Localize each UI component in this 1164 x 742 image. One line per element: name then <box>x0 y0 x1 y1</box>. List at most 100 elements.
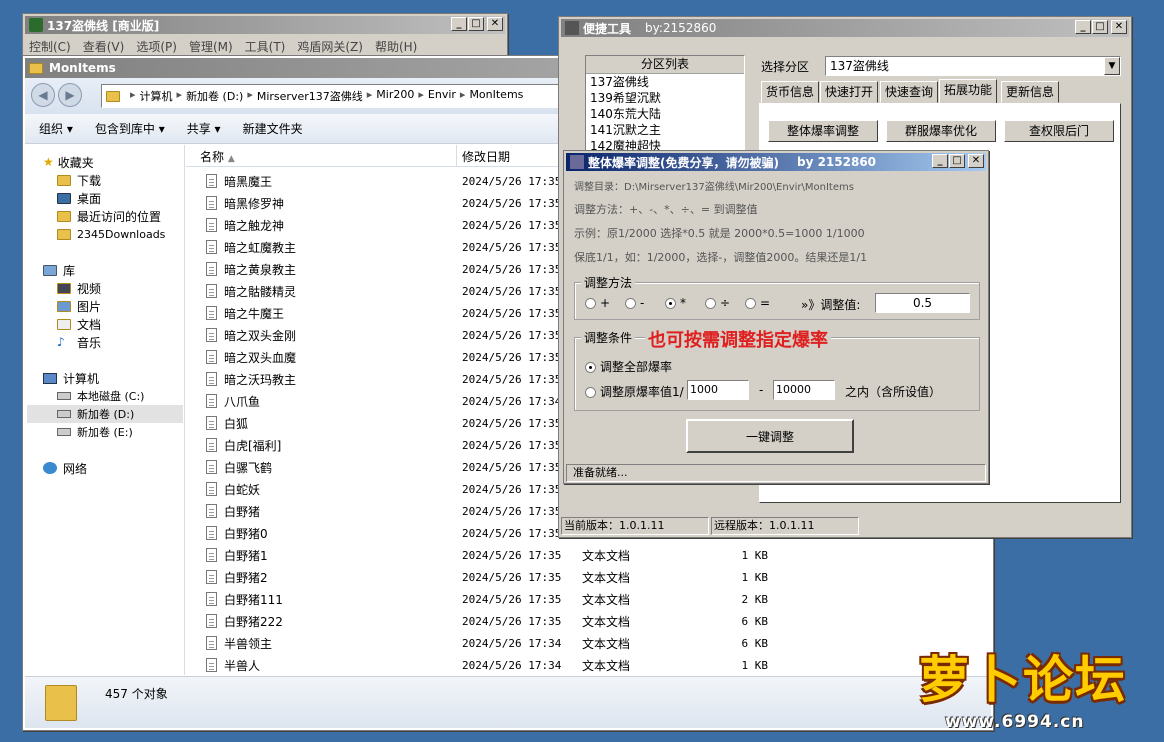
tab-currency[interactable]: 货币信息 <box>761 81 820 103</box>
text-file-icon <box>206 614 217 628</box>
watermark-brand: 萝卜论坛 <box>919 651 1127 709</box>
partition-item[interactable]: 139希望沉默 <box>590 90 744 106</box>
nav-lib-music[interactable]: ♪ 音乐 <box>57 333 101 351</box>
operator-label: ÷ <box>720 296 731 310</box>
include-library-button[interactable]: 包含到库中 ▾ <box>95 120 165 137</box>
nav-drive-c[interactable]: 本地磁盘 (C:) <box>57 387 144 405</box>
menu-item[interactable]: 管理(M) <box>189 38 233 55</box>
cond-all-option[interactable]: 调整全部爆率 <box>585 358 672 375</box>
chevron-down-icon[interactable]: ▼ <box>1104 57 1120 75</box>
breadcrumb-separator-icon[interactable]: ▸ <box>177 88 183 104</box>
menu-item[interactable]: 查看(V) <box>83 38 125 55</box>
maximize-icon[interactable]: □ <box>468 17 484 31</box>
partition-item[interactable]: 140东荒大陆 <box>590 106 744 122</box>
menu-item[interactable]: 控制(C) <box>29 38 71 55</box>
file-row[interactable]: 白野猪2 2024/5/26 17:35 文本文档 1 KB <box>186 566 991 588</box>
column-date-header[interactable]: 修改日期 <box>462 148 510 165</box>
minimize-icon[interactable]: _ <box>451 17 467 31</box>
operator-option[interactable]: - <box>625 296 665 310</box>
file-type: 文本文档 <box>582 636 631 651</box>
star-icon: ★ <box>43 155 54 169</box>
file-row[interactable]: 白野猪1 2024/5/26 17:35 文本文档 1 KB <box>186 544 991 566</box>
partition-select[interactable]: 137盗佛线 ▼ <box>825 56 1121 76</box>
nav-drive-d[interactable]: 新加卷 (D:) <box>27 405 183 423</box>
nav-fav-downloads[interactable]: 下载 <box>57 171 101 189</box>
breadcrumb-separator-icon[interactable]: ▸ <box>130 88 136 104</box>
computer-icon <box>43 372 57 384</box>
file-row[interactable]: 白野猪222 2024/5/26 17:35 文本文档 6 KB <box>186 610 991 632</box>
nav-computer[interactable]: 计算机 <box>43 369 99 387</box>
adjust-value-input[interactable]: 0.5 <box>875 293 970 313</box>
dialog-titlebar[interactable]: 整体爆率调整(免费分享，请勿被骗) by 2152860 _ □ ✕ <box>566 153 986 171</box>
nav-fav-2345[interactable]: 2345Downloads <box>57 225 165 243</box>
menu-item[interactable]: 工具(T) <box>245 38 286 55</box>
close-icon[interactable]: ✕ <box>1111 20 1127 34</box>
tab-updates[interactable]: 更新信息 <box>1001 81 1060 103</box>
file-row[interactable]: 半兽人 2024/5/26 17:34 文本文档 1 KB <box>186 654 991 676</box>
partition-list-header: 分区列表 <box>586 56 744 74</box>
menu-item[interactable]: 帮助(H) <box>375 38 417 55</box>
nav-lib-pictures[interactable]: 图片 <box>57 297 101 315</box>
nav-lib-documents[interactable]: 文档 <box>57 315 101 333</box>
tab-quick-query[interactable]: 快速查询 <box>880 81 939 103</box>
nav-lib-video[interactable]: 视频 <box>57 279 101 297</box>
tab-extensions[interactable]: 拓展功能 <box>939 79 998 103</box>
info-directory: 调整目录：D:\Mirserver137盗佛线\Mir200\Envir\Mon… <box>574 182 854 193</box>
file-name: 白野猪222 <box>224 614 283 629</box>
breadcrumb-item[interactable]: MonItems <box>469 88 523 104</box>
group-rate-button[interactable]: 群服爆率优化 <box>886 120 996 142</box>
back-window-titlebar[interactable]: 137盗佛线 [商业版] _ □ ✕ <box>25 16 505 34</box>
partition-item[interactable]: 141沉默之主 <box>590 122 744 138</box>
close-icon[interactable]: ✕ <box>968 154 984 168</box>
back-button[interactable]: ◀ <box>31 83 55 107</box>
file-row[interactable]: 白野猪111 2024/5/26 17:35 文本文档 2 KB <box>186 588 991 610</box>
forward-button[interactable]: ▶ <box>58 83 82 107</box>
menu-item[interactable]: 鸡盾网关(Z) <box>297 38 363 55</box>
partition-item[interactable]: 137盗佛线 <box>590 74 744 90</box>
operator-option[interactable]: = <box>745 296 785 310</box>
breadcrumb-item[interactable]: Mir200 <box>376 88 414 104</box>
close-icon[interactable]: ✕ <box>487 17 503 31</box>
nav-fav-recent[interactable]: 最近访问的位置 <box>57 207 161 225</box>
range-from-input[interactable]: 1000 <box>687 380 749 400</box>
breadcrumb-separator-icon[interactable]: ▸ <box>247 88 253 104</box>
minimize-icon[interactable]: _ <box>1075 20 1091 34</box>
column-separator[interactable] <box>456 145 457 167</box>
breadcrumb-item[interactable]: Mirserver137盗佛线 <box>257 88 363 104</box>
text-file-icon <box>206 460 217 474</box>
maximize-icon[interactable]: □ <box>1092 20 1108 34</box>
share-button[interactable]: 共享 ▾ <box>187 120 221 137</box>
menu-item[interactable]: 选项(P) <box>136 38 177 55</box>
check-backdoor-button[interactable]: 查权限后门 <box>1004 120 1114 142</box>
minimize-icon[interactable]: _ <box>932 154 948 168</box>
run-adjust-button[interactable]: 一键调整 <box>686 419 854 453</box>
nav-favorites[interactable]: ★ 收藏夹 <box>43 153 94 171</box>
drive-icon <box>57 410 71 418</box>
operator-option[interactable]: * <box>665 296 705 310</box>
operator-option[interactable]: ÷ <box>705 296 745 310</box>
nav-drive-e[interactable]: 新加卷 (E:) <box>57 423 133 441</box>
breadcrumb-separator-icon[interactable]: ▸ <box>367 88 373 104</box>
breadcrumb-separator-icon[interactable]: ▸ <box>418 88 424 104</box>
cond-range-option[interactable]: 调整原爆率值1/ <box>585 383 684 400</box>
app-icon <box>29 18 43 32</box>
address-bar[interactable]: ▸ 计算机 ▸ 新加卷 (D:) ▸ Mirserver137盗佛线 ▸ Mir200 ▸ Env… <box>101 84 581 108</box>
breadcrumb-separator-icon[interactable]: ▸ <box>460 88 466 104</box>
tools-titlebar[interactable]: 便捷工具 by:2152860 _ □ ✕ <box>561 19 1129 37</box>
organize-button[interactable]: 组织 ▾ <box>39 120 73 137</box>
column-name-header[interactable]: 名称 ▲ <box>200 148 235 165</box>
nav-fav-desktop[interactable]: 桌面 <box>57 189 101 207</box>
breadcrumb-item[interactable]: Envir <box>428 88 456 104</box>
maximize-icon[interactable]: □ <box>949 154 965 168</box>
nav-network[interactable]: 网络 <box>43 459 87 477</box>
nav-libraries[interactable]: 库 <box>43 261 75 279</box>
tab-quick-open[interactable]: 快速打开 <box>820 81 879 103</box>
breadcrumb-item[interactable]: 计算机 <box>140 88 173 104</box>
overall-rate-button[interactable]: 整体爆率调整 <box>768 120 878 142</box>
new-folder-button[interactable]: 新建文件夹 <box>243 120 303 137</box>
range-to-input[interactable]: 10000 <box>773 380 835 400</box>
file-row[interactable]: 半兽领主 2024/5/26 17:34 文本文档 6 KB <box>186 632 991 654</box>
partition-list[interactable]: 分区列表 137盗佛线 139希望沉默 140东荒大陆 141沉默之主 142魔神超快 <box>585 55 745 153</box>
operator-option[interactable]: + <box>585 296 625 310</box>
breadcrumb-item[interactable]: 新加卷 (D:) <box>186 88 243 104</box>
